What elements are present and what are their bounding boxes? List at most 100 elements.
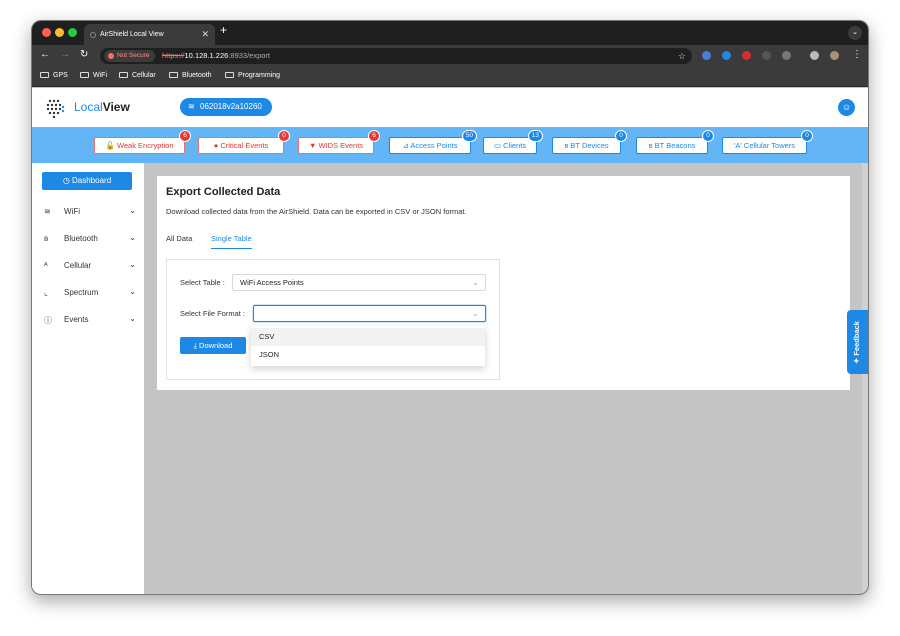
menu-dots-icon[interactable]: ⋮ bbox=[852, 49, 862, 60]
warning-icon bbox=[108, 53, 114, 59]
sidebar: ◷ Dashboard ≋ WiFi ⌄ ʙ Bluetooth ⌄ ᴬ Cel… bbox=[32, 163, 144, 594]
chevron-down-icon: ⌄ bbox=[129, 260, 136, 269]
stat-weak-encryption[interactable]: 🔓 Weak Encryption 6 bbox=[94, 130, 191, 154]
stat-wids-events[interactable]: ▼ WIDS Events 6 bbox=[298, 130, 380, 154]
minimize-window-button[interactable] bbox=[55, 28, 64, 37]
feedback-label: ✦ Feedback bbox=[852, 321, 861, 364]
reload-icon[interactable]: ↻ bbox=[80, 49, 88, 60]
stat-label: Cellular Towers bbox=[743, 141, 796, 150]
extension-icon[interactable] bbox=[762, 51, 771, 60]
folder-icon bbox=[119, 72, 128, 78]
url-input[interactable]: Not Secure https://10.128.1.226:8933/exp… bbox=[100, 48, 692, 64]
logo-suffix: View bbox=[102, 100, 130, 114]
close-window-button[interactable] bbox=[42, 28, 51, 37]
stat-count-badge: 0 bbox=[615, 130, 627, 142]
logo-text[interactable]: LocalView bbox=[74, 100, 130, 114]
stat-bt-beacons[interactable]: ʙ BT Beacons 0 bbox=[636, 130, 714, 154]
stat-clients[interactable]: ▭ Clients 13 bbox=[483, 130, 543, 154]
not-secure-badge[interactable]: Not Secure bbox=[104, 50, 155, 62]
sidebar-toggle-icon[interactable] bbox=[810, 51, 819, 60]
logo-prefix: Local bbox=[74, 100, 103, 114]
stat-access-points[interactable]: ⊿ Access Points 50 bbox=[389, 130, 477, 154]
download-button[interactable]: ⤓ Download bbox=[180, 337, 246, 354]
user-icon[interactable]: ☺ bbox=[838, 99, 855, 116]
chevron-down-icon[interactable]: ⌄ bbox=[848, 26, 862, 40]
sidebar-item-cellular[interactable]: ᴬ Cellular ⌄ bbox=[44, 260, 136, 275]
select-table-dropdown[interactable]: WiFi Access Points ⌄ bbox=[232, 274, 486, 291]
url-scheme: https:// bbox=[162, 51, 185, 60]
feedback-button[interactable]: ✦ Feedback bbox=[847, 310, 868, 374]
sidebar-item-bluetooth[interactable]: ʙ Bluetooth ⌄ bbox=[44, 233, 136, 248]
stat-label: Clients bbox=[503, 141, 527, 150]
tab-single-table[interactable]: Single Table bbox=[211, 234, 252, 249]
select-table-label: Select Table : bbox=[180, 278, 225, 287]
extension-icon[interactable] bbox=[722, 51, 731, 60]
bookmark-cellular[interactable]: Cellular bbox=[119, 72, 156, 79]
unlock-icon: 🔓 bbox=[105, 141, 115, 150]
bookmark-wifi[interactable]: WiFi bbox=[80, 72, 107, 79]
laptop-icon: ▭ bbox=[493, 141, 502, 150]
tab-all-data[interactable]: All Data bbox=[166, 234, 192, 243]
download-label: Download bbox=[199, 341, 233, 350]
profile-avatar-icon[interactable] bbox=[830, 51, 839, 60]
file-format-dropdown[interactable]: ⌄ bbox=[253, 305, 486, 322]
chevron-down-icon: ⌄ bbox=[129, 206, 136, 215]
maximize-window-button[interactable] bbox=[68, 28, 77, 37]
bluetooth-icon: ʙ bbox=[648, 141, 653, 150]
bluetooth-icon: ʙ bbox=[44, 234, 49, 243]
scrollbar[interactable] bbox=[862, 163, 868, 594]
wids-icon: ▼ bbox=[308, 141, 317, 150]
sidebar-item-wifi[interactable]: ≋ WiFi ⌄ bbox=[44, 206, 136, 221]
bookmark-gps[interactable]: GPS bbox=[40, 72, 68, 79]
sidebar-item-label: Events bbox=[64, 315, 89, 324]
device-id: 062018v2a10260 bbox=[200, 102, 262, 111]
alert-icon: ● bbox=[213, 141, 219, 150]
folder-icon bbox=[80, 72, 89, 78]
sidebar-item-events[interactable]: ⓘ Events ⌄ bbox=[44, 314, 136, 329]
dashboard-button[interactable]: ◷ Dashboard bbox=[42, 172, 132, 190]
sidebar-item-spectrum[interactable]: ⌞ Spectrum ⌄ bbox=[44, 287, 136, 302]
cell-tower-icon: 'A' bbox=[733, 141, 742, 150]
select-table-value: WiFi Access Points bbox=[240, 278, 304, 287]
address-bar: ← → ↻ Not Secure https://10.128.1.226:89… bbox=[32, 45, 868, 67]
stats-bar: 🔓 Weak Encryption 6 ● Critical Events 0 … bbox=[32, 127, 868, 163]
dashboard-icon: ◷ bbox=[62, 176, 70, 185]
bookmark-label: Cellular bbox=[132, 72, 156, 79]
chevron-down-icon: ⌄ bbox=[472, 278, 479, 287]
bookmark-programming[interactable]: Programming bbox=[225, 72, 280, 79]
globe-icon bbox=[90, 32, 96, 38]
browser-tab[interactable]: AirShield Local View ✕ bbox=[84, 24, 215, 45]
stat-label: Access Points bbox=[410, 141, 458, 150]
folder-icon bbox=[169, 72, 178, 78]
device-id-pill[interactable]: ≋ 062018v2a10260 bbox=[180, 98, 272, 116]
extension-icon[interactable] bbox=[702, 51, 711, 60]
stat-cellular-towers[interactable]: 'A' Cellular Towers 0 bbox=[722, 130, 813, 154]
close-tab-icon[interactable]: ✕ bbox=[201, 24, 209, 45]
logo-icon bbox=[46, 99, 65, 118]
new-tab-button[interactable]: + bbox=[220, 23, 227, 37]
stat-critical-events[interactable]: ● Critical Events 0 bbox=[198, 130, 290, 154]
not-secure-label: Not Secure bbox=[117, 52, 150, 59]
option-csv[interactable]: CSV bbox=[251, 328, 485, 346]
stat-label: BT Beacons bbox=[654, 141, 696, 150]
stat-bt-devices[interactable]: ʙ BT Devices 0 bbox=[552, 130, 627, 154]
extension-icon[interactable] bbox=[742, 51, 751, 60]
url-host: 10.128.1.226 bbox=[184, 51, 229, 60]
cell-tower-icon: ᴬ bbox=[44, 261, 48, 270]
forward-icon[interactable]: → bbox=[60, 49, 70, 60]
chevron-down-icon: ⌄ bbox=[129, 287, 136, 296]
puzzle-icon[interactable] bbox=[782, 51, 791, 60]
option-json[interactable]: JSON bbox=[251, 346, 485, 364]
bookmark-label: Bluetooth bbox=[182, 72, 212, 79]
chevron-down-icon: ⌄ bbox=[129, 233, 136, 242]
url-text: https://10.128.1.226:8933/export bbox=[162, 48, 270, 64]
bookmark-star-icon[interactable]: ☆ bbox=[678, 48, 686, 64]
back-icon[interactable]: ← bbox=[40, 49, 50, 60]
dashboard-label: Dashboard bbox=[72, 176, 112, 185]
stat-count-badge: 50 bbox=[461, 130, 477, 142]
bookmark-bluetooth[interactable]: Bluetooth bbox=[169, 72, 212, 79]
chart-icon: ⌞ bbox=[44, 288, 48, 297]
bookmark-label: Programming bbox=[238, 72, 281, 79]
wifi-icon: ≋ bbox=[44, 207, 51, 216]
folder-icon bbox=[225, 72, 234, 78]
